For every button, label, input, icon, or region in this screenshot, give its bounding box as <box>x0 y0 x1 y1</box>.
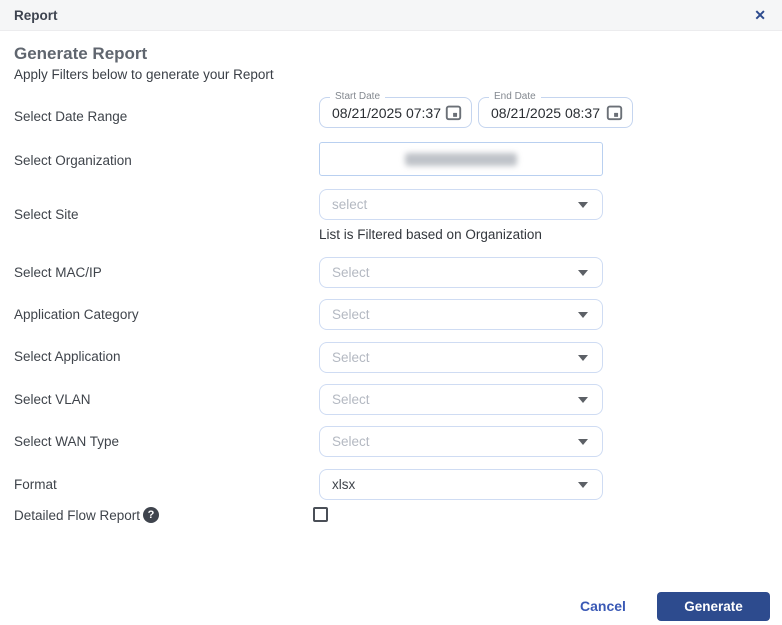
dialog-header-title: Report <box>14 8 58 23</box>
chevron-down-icon <box>578 202 588 208</box>
format-select[interactable]: xlsx <box>319 469 603 500</box>
mac-ip-label: Select MAC/IP <box>14 265 102 280</box>
start-date-float-label: Start Date <box>330 91 385 102</box>
vlan-label: Select VLAN <box>14 392 91 407</box>
detailed-flow-checkbox[interactable] <box>313 507 328 522</box>
vlan-select-placeholder: Select <box>332 392 578 407</box>
chevron-down-icon <box>578 312 588 318</box>
end-date-value[interactable]: 08/21/2025 08:37 <box>491 105 605 121</box>
cancel-button[interactable]: Cancel <box>580 598 626 614</box>
detailed-flow-label: Detailed Flow Report <box>14 508 140 523</box>
start-date-value[interactable]: 08/21/2025 07:37 <box>332 105 444 121</box>
application-label: Select Application <box>14 349 121 364</box>
calendar-icon[interactable] <box>444 103 463 122</box>
app-category-select[interactable]: Select <box>319 299 603 330</box>
mac-ip-select[interactable]: Select <box>319 257 603 288</box>
generate-report-dialog: Report ✕ Generate Report Apply Filters b… <box>0 0 782 625</box>
app-category-select-placeholder: Select <box>332 307 578 322</box>
wan-type-select-placeholder: Select <box>332 434 578 449</box>
app-category-label: Application Category <box>14 307 139 322</box>
format-select-value: xlsx <box>332 477 578 492</box>
application-select[interactable]: Select <box>319 342 603 373</box>
mac-ip-select-placeholder: Select <box>332 265 578 280</box>
site-select[interactable]: select <box>319 189 603 220</box>
end-date-field[interactable]: End Date 08/21/2025 08:37 <box>478 97 633 128</box>
close-icon[interactable]: ✕ <box>752 6 768 24</box>
wan-type-select[interactable]: Select <box>319 426 603 457</box>
chevron-down-icon <box>578 355 588 361</box>
start-date-field[interactable]: Start Date 08/21/2025 07:37 <box>319 97 472 128</box>
format-label: Format <box>14 477 57 492</box>
calendar-icon[interactable] <box>605 103 624 122</box>
chevron-down-icon <box>578 397 588 403</box>
vlan-select[interactable]: Select <box>319 384 603 415</box>
site-select-placeholder: select <box>332 197 578 212</box>
site-label: Select Site <box>14 207 79 222</box>
date-range-label: Select Date Range <box>14 109 127 124</box>
wan-type-label: Select WAN Type <box>14 434 119 449</box>
page-title: Generate Report <box>14 44 147 64</box>
chevron-down-icon <box>578 482 588 488</box>
organization-input[interactable] <box>319 142 603 176</box>
end-date-float-label: End Date <box>489 91 541 102</box>
page-subtitle: Apply Filters below to generate your Rep… <box>14 67 274 82</box>
site-helper-text: List is Filtered based on Organization <box>319 227 542 242</box>
help-icon[interactable]: ? <box>143 507 159 523</box>
generate-button[interactable]: Generate <box>657 592 770 621</box>
chevron-down-icon <box>578 439 588 445</box>
application-select-placeholder: Select <box>332 350 578 365</box>
organization-label: Select Organization <box>14 153 132 168</box>
organization-value-redacted <box>405 153 517 166</box>
chevron-down-icon <box>578 270 588 276</box>
dialog-header: Report ✕ <box>0 0 782 31</box>
